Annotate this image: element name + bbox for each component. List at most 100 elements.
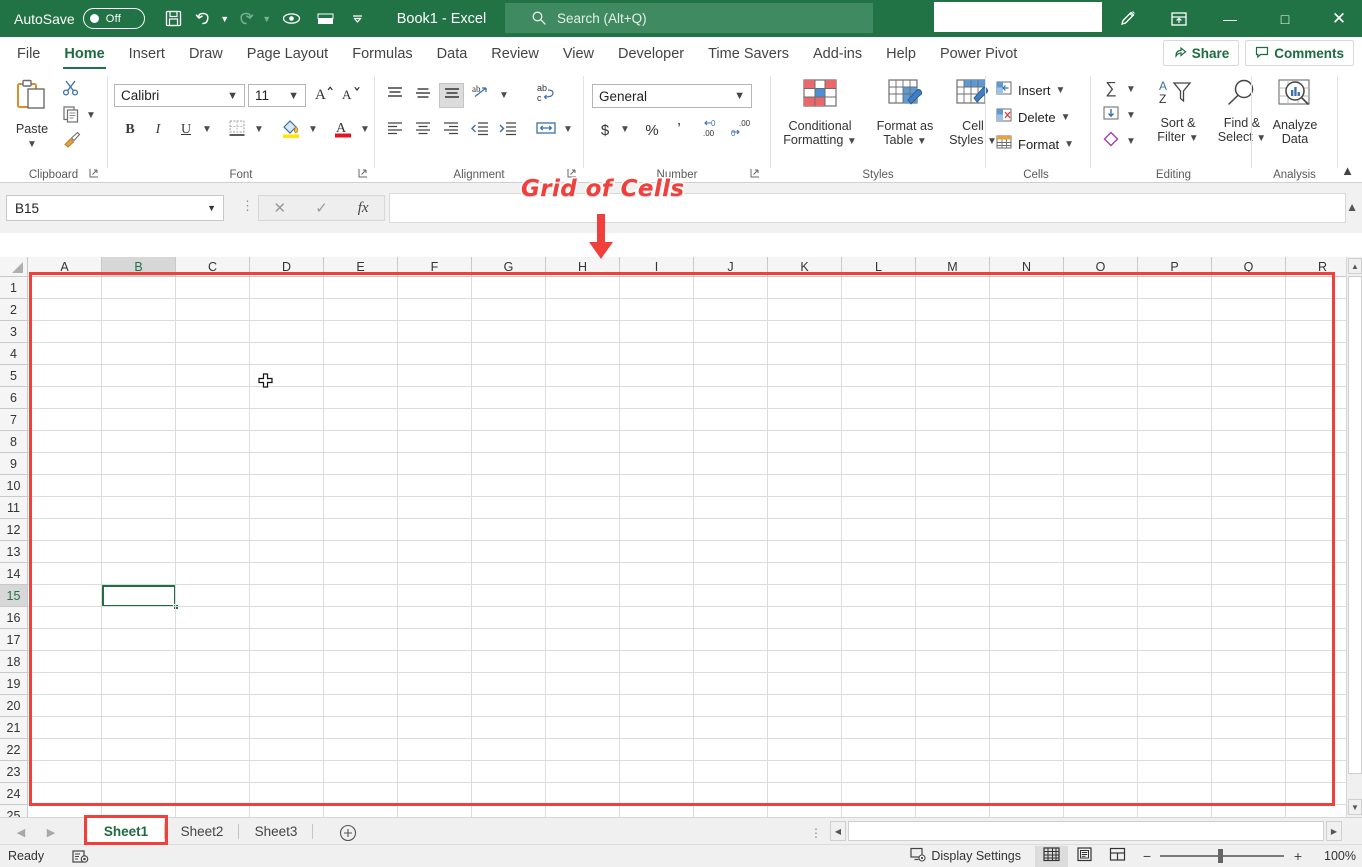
accessibility-checker-icon[interactable]	[72, 849, 89, 864]
font-dialog-launcher-icon[interactable]	[358, 168, 370, 180]
tab-time-savers[interactable]: Time Savers	[696, 37, 801, 70]
column-header-J[interactable]: J	[694, 257, 768, 276]
pen-icon[interactable]	[1104, 0, 1150, 37]
tab-review[interactable]: Review	[479, 37, 551, 70]
scroll-up-button[interactable]: ▲	[1348, 258, 1362, 274]
comma-style-button[interactable]: ’	[668, 118, 690, 142]
decrease-decimal-button[interactable]: .00 0	[728, 118, 754, 142]
fill-chevron-down-icon[interactable]: ▼	[1126, 110, 1136, 121]
font-size-chevron-down-icon[interactable]: ▼	[288, 90, 299, 102]
fill-handle[interactable]	[173, 604, 179, 610]
expand-formula-bar-icon[interactable]: ▲	[1346, 200, 1358, 214]
autosave-toggle[interactable]: Off	[82, 8, 145, 29]
sheet-tab-sheet3[interactable]: Sheet3	[240, 818, 312, 845]
autosum-button[interactable]: ∑	[1099, 78, 1123, 100]
increase-decimal-button[interactable]: 0.00	[700, 118, 726, 142]
horizontal-scroll-thumb[interactable]	[848, 821, 1324, 841]
increase-indent-button[interactable]	[495, 118, 521, 142]
row-header-24[interactable]: 24	[0, 783, 27, 805]
add-sheet-icon[interactable]	[338, 823, 358, 843]
column-header-N[interactable]: N	[990, 257, 1064, 276]
normal-view-button[interactable]	[1035, 845, 1068, 867]
column-header-O[interactable]: O	[1064, 257, 1138, 276]
number-format-chevron-down-icon[interactable]: ▼	[734, 90, 745, 102]
tab-add-ins[interactable]: Add-ins	[801, 37, 874, 70]
merge-and-center-button[interactable]	[533, 118, 559, 142]
increase-font-size-button[interactable]: A	[312, 84, 336, 107]
clipboard-dialog-launcher-icon[interactable]	[89, 168, 101, 180]
copy-button[interactable]	[60, 105, 82, 127]
page-layout-view-button[interactable]	[1068, 846, 1101, 867]
clear-chevron-down-icon[interactable]: ▼	[1126, 136, 1136, 147]
vertical-scroll-thumb[interactable]	[1348, 276, 1362, 774]
wrap-text-button[interactable]: ab c	[531, 83, 561, 108]
align-top-button[interactable]	[383, 84, 407, 107]
orientation-button[interactable]: ab	[469, 84, 495, 107]
sort-and-filter-button[interactable]: AZ Sort & Filter ▼	[1147, 78, 1209, 146]
bold-button[interactable]: B	[118, 118, 142, 142]
tab-draw[interactable]: Draw	[177, 37, 235, 70]
align-left-button[interactable]	[383, 118, 407, 142]
borders-button[interactable]	[224, 118, 250, 142]
search-input[interactable]: Search (Alt+Q)	[505, 3, 873, 33]
align-center-button[interactable]	[411, 118, 435, 142]
undo-dropdown-chevron-icon[interactable]: ▼	[217, 0, 233, 37]
number-dialog-launcher-icon[interactable]	[750, 168, 762, 180]
row-header-19[interactable]: 19	[0, 673, 27, 695]
column-header-F[interactable]: F	[398, 257, 472, 276]
scroll-left-button[interactable]: ◀	[830, 821, 846, 841]
comments-button[interactable]: Comments	[1245, 40, 1354, 66]
formula-bar-drag-handle[interactable]: ⋮	[241, 198, 254, 214]
maximize-button[interactable]: □	[1262, 0, 1308, 37]
column-header-L[interactable]: L	[842, 257, 916, 276]
format-painter-button[interactable]	[60, 130, 84, 152]
share-button[interactable]: Share	[1162, 40, 1240, 66]
tab-power-pivot[interactable]: Power Pivot	[928, 37, 1029, 70]
row-header-16[interactable]: 16	[0, 607, 27, 629]
column-header-Q[interactable]: Q	[1212, 257, 1286, 276]
column-header-B[interactable]: B	[102, 257, 176, 276]
row-header-10[interactable]: 10	[0, 475, 27, 497]
row-header-11[interactable]: 11	[0, 497, 27, 519]
font-name-chevron-down-icon[interactable]: ▼	[227, 90, 238, 102]
row-header-13[interactable]: 13	[0, 541, 27, 563]
row-header-4[interactable]: 4	[0, 343, 27, 365]
percent-style-button[interactable]: %	[640, 118, 664, 142]
row-header-2[interactable]: 2	[0, 299, 27, 321]
save-icon[interactable]	[157, 0, 191, 37]
name-box[interactable]: B15 ▼	[6, 195, 224, 221]
sheet-tab-split-handle[interactable]: ⋮	[810, 826, 822, 840]
accounting-chevron-down-icon[interactable]: ▼	[620, 124, 630, 135]
fill-color-button[interactable]	[278, 118, 304, 142]
column-header-D[interactable]: D	[250, 257, 324, 276]
autosum-chevron-down-icon[interactable]: ▼	[1126, 84, 1136, 95]
row-header-7[interactable]: 7	[0, 409, 27, 431]
cut-button[interactable]	[60, 79, 82, 101]
zoom-out-icon[interactable]: −	[1134, 848, 1160, 864]
sheet-tab-sheet1[interactable]: Sheet1	[88, 818, 164, 845]
merge-chevron-down-icon[interactable]: ▼	[563, 124, 573, 135]
close-button[interactable]: ✕	[1316, 0, 1362, 37]
tab-page-layout[interactable]: Page Layout	[235, 37, 340, 70]
next-sheet-icon[interactable]: ▶	[38, 822, 64, 842]
tab-home[interactable]: Home	[52, 37, 116, 70]
paste-chevron-down-icon[interactable]: ▼	[27, 139, 37, 150]
row-header-1[interactable]: 1	[0, 277, 27, 299]
select-all-icon[interactable]	[0, 257, 28, 277]
underline-chevron-down-icon[interactable]: ▼	[202, 124, 212, 135]
column-header-I[interactable]: I	[620, 257, 694, 276]
scroll-right-button[interactable]: ▶	[1326, 821, 1342, 841]
clear-button[interactable]	[1099, 130, 1123, 152]
column-header-H[interactable]: H	[546, 257, 620, 276]
align-middle-button[interactable]	[411, 84, 435, 107]
selected-cell-b15[interactable]	[102, 585, 176, 607]
font-size-input[interactable]: 11 ▼	[248, 84, 306, 107]
row-header-12[interactable]: 12	[0, 519, 27, 541]
align-right-button[interactable]	[439, 118, 463, 142]
tab-insert[interactable]: Insert	[117, 37, 177, 70]
accounting-format-button[interactable]: $	[594, 118, 616, 142]
zoom-in-icon[interactable]: +	[1284, 848, 1312, 864]
eye-icon[interactable]	[275, 0, 309, 37]
row-header-21[interactable]: 21	[0, 717, 27, 739]
column-header-E[interactable]: E	[324, 257, 398, 276]
